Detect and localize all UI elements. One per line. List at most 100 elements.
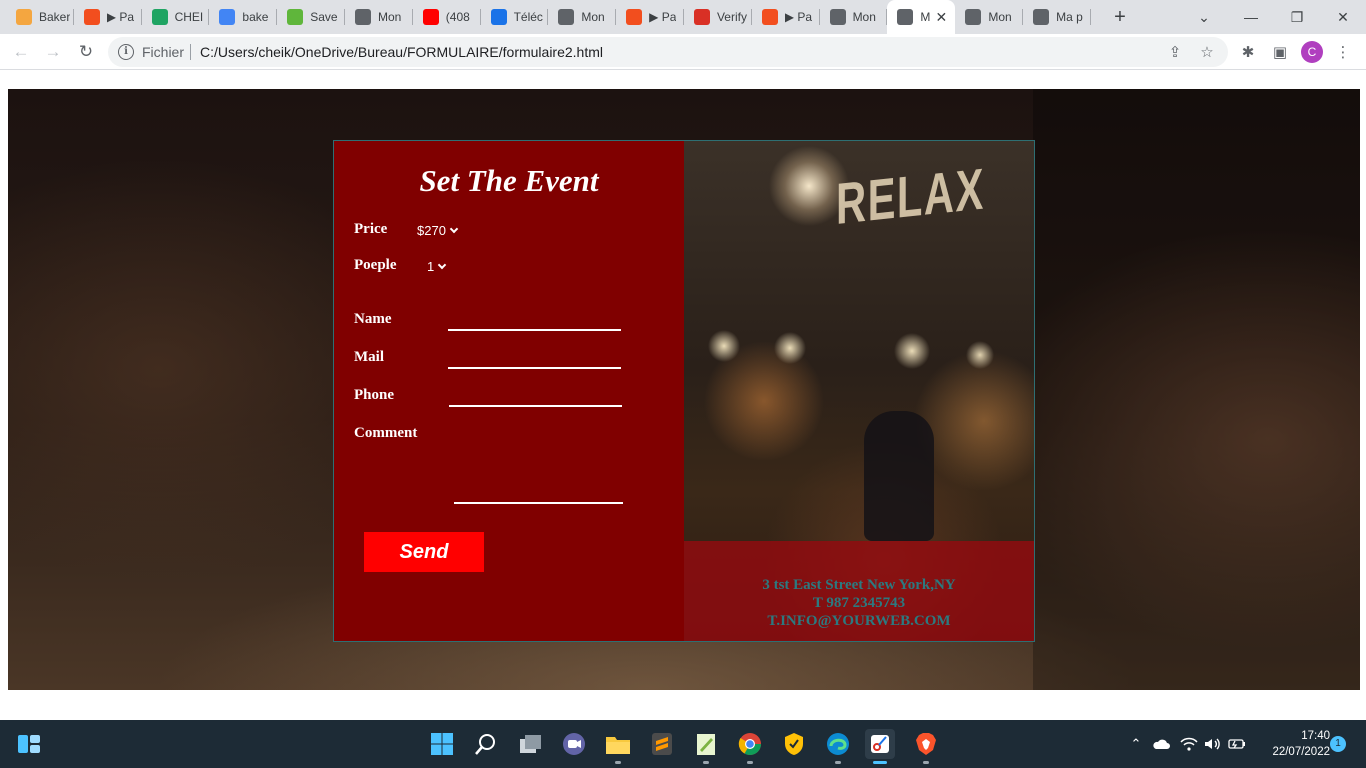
- notepad-plus-plus-icon[interactable]: [691, 729, 721, 764]
- photo-silhouette: [864, 411, 934, 541]
- people-value: 1: [427, 259, 435, 274]
- browser-tab[interactable]: Mon: [955, 0, 1023, 34]
- teams-chat-icon[interactable]: [559, 729, 589, 759]
- browser-tab[interactable]: bake: [209, 0, 277, 34]
- snipping-tool-icon[interactable]: [865, 729, 895, 764]
- globe-icon: [897, 9, 914, 25]
- globe-icon: [965, 9, 982, 25]
- tab-label: Verify: [716, 10, 747, 24]
- minimize-icon[interactable]: —: [1228, 0, 1274, 34]
- contact-email: T.INFO@YOURWEB.COM: [767, 613, 951, 629]
- new-tab-button[interactable]: +: [1108, 5, 1132, 29]
- globe-icon: [829, 9, 846, 25]
- brave-icon[interactable]: [911, 729, 941, 764]
- file-explorer-icon[interactable]: [603, 729, 633, 764]
- tab-label: ▶ Pa: [649, 10, 677, 24]
- event-form: Set The Event Price $270 Poeple 1 Name M…: [334, 141, 684, 641]
- download-icon: [490, 9, 507, 25]
- clock-time: 17:40: [1301, 730, 1330, 742]
- gmail-icon: [693, 9, 710, 25]
- price-label: Price: [354, 221, 388, 237]
- url-scheme: Fichier: [142, 44, 185, 60]
- browser-tab[interactable]: Mon: [345, 0, 413, 34]
- globe-icon: [558, 9, 575, 25]
- browser-tab[interactable]: Save: [277, 0, 345, 34]
- back-icon[interactable]: ←: [8, 39, 34, 65]
- google-drive-icon: [151, 9, 168, 25]
- start-icon[interactable]: [427, 729, 457, 759]
- side-panel-icon[interactable]: ▣: [1270, 42, 1290, 62]
- mail-label: Mail: [354, 349, 384, 365]
- show-hidden-icons-icon[interactable]: ⌃: [1128, 734, 1144, 754]
- menu-icon[interactable]: ⋮: [1333, 42, 1353, 62]
- background-shade: [1033, 89, 1360, 690]
- phone-label: Phone: [354, 387, 395, 403]
- browser-tab[interactable]: CHEI: [142, 0, 210, 34]
- extensions-icon[interactable]: ✱: [1238, 42, 1258, 62]
- bakery-icon: [16, 9, 32, 25]
- comment-input[interactable]: [454, 502, 623, 504]
- phone-input[interactable]: [449, 405, 622, 407]
- notification-badge[interactable]: 1: [1330, 736, 1346, 752]
- sublime-text-icon[interactable]: [647, 729, 677, 759]
- figma-icon: [761, 9, 778, 25]
- reload-icon[interactable]: ↻: [73, 39, 99, 65]
- mail-input[interactable]: [448, 367, 621, 369]
- profile-avatar[interactable]: C: [1301, 41, 1323, 63]
- close-window-icon[interactable]: ✕: [1320, 0, 1366, 34]
- address-bar[interactable]: i Fichier C:/Users/cheik/OneDrive/Bureau…: [108, 37, 1228, 67]
- widgets-icon[interactable]: [14, 729, 44, 759]
- contact-address: 3 tst East Street New York,NY: [762, 577, 956, 593]
- wifi-icon[interactable]: [1179, 734, 1199, 754]
- system-clock[interactable]: 17:40 22/07/2022: [1254, 728, 1330, 760]
- figma-icon: [83, 9, 100, 25]
- name-input[interactable]: [448, 329, 621, 331]
- browser-tab[interactable]: Ma p: [1023, 0, 1091, 34]
- people-select[interactable]: 1: [427, 259, 447, 274]
- send-button[interactable]: Send: [364, 532, 484, 572]
- bookmark-star-icon[interactable]: ☆: [1198, 43, 1216, 61]
- download-icon: [287, 9, 304, 25]
- browser-tab[interactable]: Téléc: [481, 0, 549, 34]
- page-background: Set The Event Price $270 Poeple 1 Name M…: [8, 89, 1360, 690]
- battery-icon[interactable]: [1227, 734, 1247, 754]
- browser-tab[interactable]: Mon: [820, 0, 888, 34]
- browser-tab[interactable]: Mon: [548, 0, 616, 34]
- price-value: $270: [417, 223, 446, 238]
- tab-label: Save: [310, 10, 338, 24]
- price-select[interactable]: $270: [417, 223, 459, 238]
- forward-icon[interactable]: →: [40, 39, 66, 65]
- tab-list: Baker ▶ Pa CHEI bake Save Mon (408 Téléc Mon ▶ Pa…: [6, 0, 1091, 34]
- restore-icon[interactable]: ❐: [1274, 0, 1320, 34]
- browser-tab[interactable]: (408: [413, 0, 481, 34]
- browser-tab[interactable]: Verify: [684, 0, 752, 34]
- share-icon[interactable]: ⇪: [1166, 43, 1184, 61]
- tab-search-icon[interactable]: ⌄: [1181, 0, 1227, 34]
- edge-icon[interactable]: [823, 729, 853, 764]
- globe-icon: [354, 9, 371, 25]
- tab-label: Mon: [988, 10, 1012, 24]
- volume-icon[interactable]: [1203, 734, 1223, 754]
- url-text[interactable]: C:/Users/cheik/OneDrive/Bureau/FORMULAIR…: [200, 44, 603, 60]
- youtube-icon: [422, 9, 439, 25]
- url-divider: [190, 44, 191, 60]
- tab-label: ▶ Pa: [106, 10, 135, 24]
- browser-tab[interactable]: ▶ Pa: [616, 0, 684, 34]
- browser-tab[interactable]: M ✕: [887, 0, 956, 34]
- browser-toolbar: ← → ↻ i Fichier C:/Users/cheik/OneDrive/…: [0, 34, 1366, 70]
- search-icon[interactable]: [471, 729, 501, 759]
- browser-tab[interactable]: ▶ Pa: [74, 0, 142, 34]
- tab-label: Ma p: [1056, 10, 1083, 24]
- close-tab-icon[interactable]: ✕: [933, 9, 949, 25]
- contact-phone: T 987 2345743: [812, 595, 906, 611]
- onedrive-icon[interactable]: [1151, 734, 1171, 754]
- windows-taskbar: ⌃ 17:40 22/07/2022: [0, 720, 1366, 768]
- norton-icon[interactable]: [779, 729, 809, 759]
- site-info-icon[interactable]: i: [118, 44, 134, 60]
- task-view-icon[interactable]: [515, 729, 545, 759]
- tab-strip: Baker ▶ Pa CHEI bake Save Mon (408 Téléc Mon ▶ Pa…: [0, 0, 1366, 34]
- browser-tab[interactable]: ▶ Pa: [752, 0, 820, 34]
- chevron-down-icon: [437, 260, 447, 270]
- browser-tab[interactable]: Baker: [6, 0, 74, 34]
- chrome-icon[interactable]: [735, 729, 765, 764]
